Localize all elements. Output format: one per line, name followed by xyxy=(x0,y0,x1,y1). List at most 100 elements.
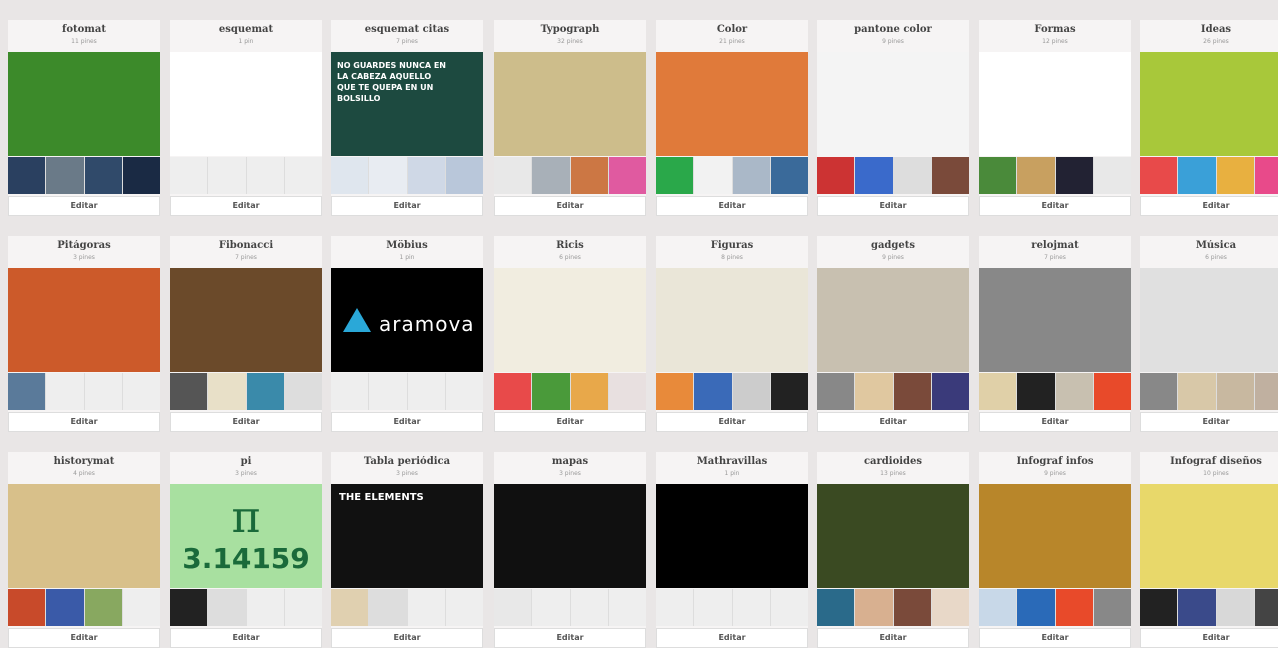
board-thumbnail[interactable] xyxy=(170,373,208,410)
board-thumbnail[interactable] xyxy=(1017,373,1055,410)
board-thumbnail[interactable] xyxy=(445,373,483,410)
board-thumbnail[interactable] xyxy=(656,157,694,194)
board-title[interactable]: Infograf diseños xyxy=(1140,456,1278,467)
board-thumbnail[interactable] xyxy=(855,373,893,410)
board-card[interactable]: Pitágoras 3 pines Editar xyxy=(8,236,160,432)
board-card[interactable]: Mathravillas 1 pin Editar xyxy=(656,452,808,648)
board-thumbnail[interactable] xyxy=(570,589,608,626)
board-thumbnail[interactable] xyxy=(979,589,1017,626)
board-thumbnail[interactable] xyxy=(817,157,855,194)
board-thumbnail[interactable] xyxy=(732,373,770,410)
board-card[interactable]: Música 6 pines Editar xyxy=(1140,236,1278,432)
board-card[interactable]: mapas 3 pines Editar xyxy=(494,452,646,648)
board-card[interactable]: fotomat 11 pines Editar xyxy=(8,20,160,216)
board-thumbnail[interactable] xyxy=(532,157,570,194)
board-cover-image[interactable] xyxy=(8,268,160,372)
board-thumbnail[interactable] xyxy=(608,373,646,410)
board-cover-image[interactable] xyxy=(979,268,1131,372)
board-card[interactable]: historymat 4 pines Editar xyxy=(8,452,160,648)
board-thumbnail[interactable] xyxy=(445,157,483,194)
board-thumbnail[interactable] xyxy=(1055,157,1093,194)
board-thumbnail[interactable] xyxy=(893,589,931,626)
board-thumbnail[interactable] xyxy=(369,373,407,410)
board-thumbnail[interactable] xyxy=(1055,589,1093,626)
board-title[interactable]: esquemat xyxy=(170,24,322,35)
board-title[interactable]: Infograf infos xyxy=(979,456,1131,467)
board-thumbnail[interactable] xyxy=(208,373,246,410)
edit-board-button[interactable]: Editar xyxy=(331,196,483,216)
board-cover-image[interactable] xyxy=(817,52,969,156)
edit-board-button[interactable]: Editar xyxy=(8,412,160,432)
edit-board-button[interactable]: Editar xyxy=(494,412,646,432)
board-card[interactable]: Figuras 8 pines Editar xyxy=(656,236,808,432)
board-cover-image[interactable] xyxy=(817,268,969,372)
edit-board-button[interactable]: Editar xyxy=(331,412,483,432)
board-thumbnail[interactable] xyxy=(979,373,1017,410)
board-thumbnail[interactable] xyxy=(284,157,322,194)
board-thumbnail[interactable] xyxy=(246,373,284,410)
board-cover-image[interactable] xyxy=(817,484,969,588)
board-card[interactable]: Typograph 32 pines Editar xyxy=(494,20,646,216)
board-thumbnail[interactable] xyxy=(817,373,855,410)
board-thumbnail[interactable] xyxy=(1254,589,1278,626)
board-cover-image[interactable] xyxy=(170,268,322,372)
board-thumbnail[interactable] xyxy=(284,373,322,410)
board-thumbnail[interactable] xyxy=(170,589,208,626)
board-thumbnail[interactable] xyxy=(331,373,369,410)
board-card[interactable]: Fibonacci 7 pines Editar xyxy=(170,236,322,432)
board-thumbnail[interactable] xyxy=(532,373,570,410)
board-thumbnail[interactable] xyxy=(1017,157,1055,194)
board-thumbnail[interactable] xyxy=(331,157,369,194)
board-thumbnail[interactable] xyxy=(46,373,84,410)
edit-board-button[interactable]: Editar xyxy=(170,196,322,216)
board-title[interactable]: historymat xyxy=(8,456,160,467)
board-title[interactable]: Pitágoras xyxy=(8,240,160,251)
board-thumbnail[interactable] xyxy=(1140,373,1178,410)
board-cover-image[interactable] xyxy=(1140,268,1278,372)
board-thumbnail[interactable] xyxy=(407,373,445,410)
board-card[interactable]: Infograf diseños 10 pines Editar xyxy=(1140,452,1278,648)
edit-board-button[interactable]: Editar xyxy=(8,628,160,648)
board-thumbnail[interactable] xyxy=(445,589,483,626)
board-thumbnail[interactable] xyxy=(494,157,532,194)
board-thumbnail[interactable] xyxy=(532,589,570,626)
board-thumbnail[interactable] xyxy=(8,157,46,194)
board-thumbnail[interactable] xyxy=(331,589,369,626)
board-thumbnail[interactable] xyxy=(732,589,770,626)
board-title[interactable]: Tabla periódica xyxy=(331,456,483,467)
edit-board-button[interactable]: Editar xyxy=(1140,196,1278,216)
board-card[interactable]: Formas 12 pines Editar xyxy=(979,20,1131,216)
board-title[interactable]: Möbius xyxy=(331,240,483,251)
board-thumbnail[interactable] xyxy=(494,373,532,410)
board-thumbnail[interactable] xyxy=(1254,373,1278,410)
board-title[interactable]: Ideas xyxy=(1140,24,1278,35)
board-title[interactable]: Typograph xyxy=(494,24,646,35)
board-title[interactable]: mapas xyxy=(494,456,646,467)
board-thumbnail[interactable] xyxy=(979,157,1017,194)
board-thumbnail[interactable] xyxy=(694,157,732,194)
edit-board-button[interactable]: Editar xyxy=(979,412,1131,432)
board-thumbnail[interactable] xyxy=(122,373,160,410)
board-thumbnail[interactable] xyxy=(656,589,694,626)
board-title[interactable]: Color xyxy=(656,24,808,35)
board-thumbnail[interactable] xyxy=(407,589,445,626)
board-thumbnail[interactable] xyxy=(170,157,208,194)
board-title[interactable]: Fibonacci xyxy=(170,240,322,251)
board-thumbnail[interactable] xyxy=(770,589,808,626)
board-cover-image[interactable] xyxy=(1140,484,1278,588)
board-card[interactable]: Infograf infos 9 pines Editar xyxy=(979,452,1131,648)
board-cover-image[interactable] xyxy=(656,268,808,372)
board-thumbnail[interactable] xyxy=(1178,589,1216,626)
board-thumbnail[interactable] xyxy=(46,589,84,626)
board-thumbnail[interactable] xyxy=(1140,589,1178,626)
board-thumbnail[interactable] xyxy=(608,157,646,194)
board-thumbnail[interactable] xyxy=(284,589,322,626)
board-thumbnail[interactable] xyxy=(494,589,532,626)
board-card[interactable]: relojmat 7 pines Editar xyxy=(979,236,1131,432)
board-thumbnail[interactable] xyxy=(931,373,969,410)
board-title[interactable]: cardioides xyxy=(817,456,969,467)
board-card[interactable]: Ideas 26 pines Editar xyxy=(1140,20,1278,216)
board-cover-image[interactable]: NO GUARDES NUNCA EN LA CABEZA AQUELLO QU… xyxy=(331,52,483,156)
edit-board-button[interactable]: Editar xyxy=(979,628,1131,648)
board-cover-image[interactable] xyxy=(494,52,646,156)
